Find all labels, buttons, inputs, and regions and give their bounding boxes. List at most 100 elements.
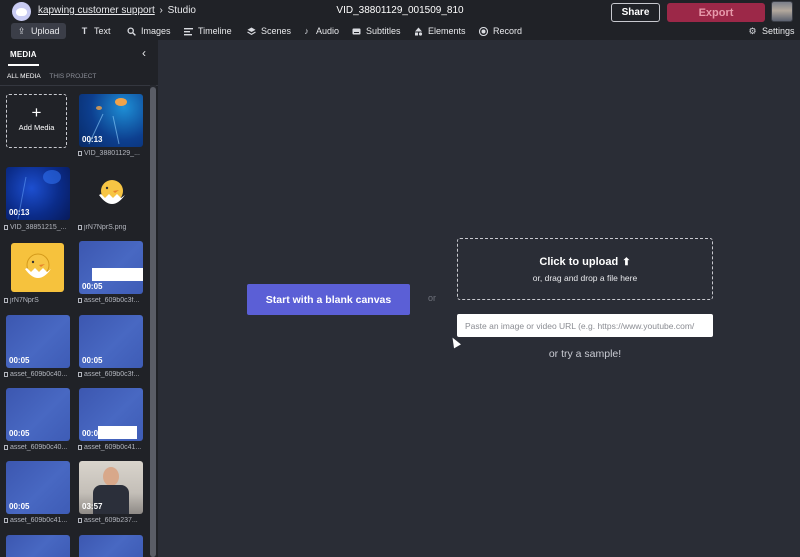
toolbar-scenes-label: Scenes: [261, 26, 292, 36]
media-item[interactable]: 00:0: [79, 388, 143, 441]
text-overlay-preview: [92, 268, 143, 281]
media-duration: 00:05: [82, 356, 103, 365]
media-duration: 00:13: [9, 208, 30, 217]
add-media-label: Add Media: [18, 123, 55, 132]
toolbar-settings-label: Settings: [762, 26, 795, 36]
media-duration: 00:05: [9, 356, 30, 365]
top-bar: kapwing customer support › Studio VID_38…: [0, 0, 800, 22]
upload-subtitle: or, drag and drop a file here: [532, 273, 638, 283]
media-filter-tabs: ALL MEDIA THIS PROJECT: [7, 73, 103, 80]
sidebar-scrollbar-thumb[interactable]: [150, 87, 156, 557]
media-tab-indicator: [8, 64, 39, 66]
music-note-icon: ♪: [304, 25, 309, 36]
start-blank-canvas-button[interactable]: Start with a blank canvas: [247, 284, 410, 315]
toolbar-subtitles[interactable]: Subtitles: [346, 23, 407, 39]
subtitles-icon: [352, 27, 361, 36]
editor-toolbar: ⇪ Upload T Text Images Timeline Scenes ♪…: [0, 22, 800, 40]
media-item[interactable]: 00:05: [6, 388, 70, 441]
media-caption: asset_609b0c3f...: [78, 371, 148, 378]
media-duration: 00:05: [9, 502, 30, 511]
media-caption: asset_609b0c41...: [4, 517, 74, 524]
toolbar-text[interactable]: T Text: [74, 23, 117, 39]
toolbar-images[interactable]: Images: [121, 23, 177, 39]
text-overlay-preview: [98, 426, 137, 439]
toolbar-images-label: Images: [141, 26, 171, 36]
gear-icon: ⚙: [748, 25, 757, 36]
toolbar-timeline[interactable]: Timeline: [178, 23, 238, 39]
media-caption: VID_38801129_...: [78, 150, 148, 157]
or-divider-text: or: [428, 293, 437, 303]
mouse-cursor-icon: [449, 335, 461, 349]
breadcrumb-current: Studio: [167, 5, 196, 16]
toolbar-subtitles-label: Subtitles: [366, 26, 401, 36]
file-icon: [78, 518, 82, 523]
file-icon: [4, 518, 8, 523]
toolbar-audio[interactable]: ♪ Audio: [296, 23, 345, 39]
media-duration: 00:0: [82, 429, 99, 438]
media-item[interactable]: 00:05: [6, 461, 70, 514]
media-caption: jrN7NprS.png: [78, 224, 148, 231]
person-thumbnail-image: [103, 467, 119, 486]
upload-icon: ⇪: [17, 25, 26, 36]
media-sidebar: MEDIA ‹ ALL MEDIA THIS PROJECT + Add Med…: [0, 40, 158, 557]
file-icon: [4, 372, 8, 377]
try-sample-link[interactable]: or try a sample!: [457, 348, 713, 360]
toolbar-settings[interactable]: ⚙ Settings: [742, 23, 800, 39]
media-item[interactable]: 00:13: [6, 167, 70, 220]
text-icon: T: [81, 25, 88, 36]
media-item[interactable]: 03:57: [79, 461, 143, 514]
add-media-button[interactable]: + Add Media: [6, 94, 67, 148]
media-item[interactable]: 00:05: [79, 315, 143, 368]
record-icon: [479, 26, 488, 36]
media-item[interactable]: 00:13: [79, 94, 143, 147]
collapse-sidebar-chevron-icon[interactable]: ‹: [138, 47, 150, 59]
toolbar-record[interactable]: Record: [473, 23, 528, 39]
timeline-icon: [184, 27, 193, 36]
media-caption: asset_609b0c40...: [4, 444, 74, 451]
file-icon: [78, 372, 82, 377]
media-item[interactable]: [79, 167, 143, 220]
breadcrumb-separator: ›: [159, 5, 163, 16]
breadcrumb: kapwing customer support › Studio: [38, 5, 196, 16]
export-button[interactable]: Export: [667, 3, 765, 22]
toolbar-upload-label: Upload: [31, 26, 60, 36]
media-item[interactable]: [6, 535, 70, 557]
tab-this-project[interactable]: THIS PROJECT: [49, 73, 96, 80]
file-icon: [78, 298, 82, 303]
tab-all-media[interactable]: ALL MEDIA: [7, 73, 41, 80]
media-caption: asset_609b0c3f...: [78, 297, 148, 304]
media-duration: 00:05: [9, 429, 30, 438]
toolbar-record-label: Record: [493, 26, 523, 36]
layers-icon: [247, 27, 256, 36]
toolbar-timeline-label: Timeline: [198, 26, 232, 36]
toolbar-elements[interactable]: Elements: [408, 23, 472, 39]
kapwing-logo-icon[interactable]: [12, 2, 31, 21]
toolbar-upload[interactable]: ⇪ Upload: [11, 23, 66, 39]
media-caption: asset_609b0c41...: [78, 444, 148, 451]
share-button[interactable]: Share: [611, 3, 660, 22]
media-tab[interactable]: MEDIA: [10, 50, 37, 59]
toolbar-elements-label: Elements: [428, 26, 466, 36]
plus-icon: +: [31, 103, 42, 122]
shapes-icon: [414, 27, 423, 36]
media-caption: jrN7NprS: [4, 297, 74, 304]
search-icon: [127, 26, 136, 36]
chick-sticker-image: [25, 253, 51, 278]
user-avatar[interactable]: [771, 1, 793, 22]
upload-dropzone[interactable]: Click to upload ⬆ or, drag and drop a fil…: [457, 238, 713, 300]
media-caption: asset_609b237...: [78, 517, 148, 524]
upload-title-label: Click to upload: [539, 256, 619, 268]
upload-arrow-icon: ⬆: [622, 257, 631, 268]
media-item[interactable]: 00:05: [79, 241, 143, 294]
media-item[interactable]: [11, 243, 64, 292]
media-url-input[interactable]: [457, 314, 713, 337]
media-item[interactable]: [79, 535, 143, 557]
workspace-link[interactable]: kapwing customer support: [38, 5, 155, 16]
media-duration: 00:13: [82, 135, 103, 144]
toolbar-scenes[interactable]: Scenes: [241, 23, 297, 39]
media-item[interactable]: 00:05: [6, 315, 70, 368]
media-caption: VID_38851215_...: [4, 224, 74, 231]
media-duration: 00:05: [82, 282, 103, 291]
file-icon: [78, 225, 82, 230]
upload-title: Click to upload ⬆: [458, 256, 712, 268]
